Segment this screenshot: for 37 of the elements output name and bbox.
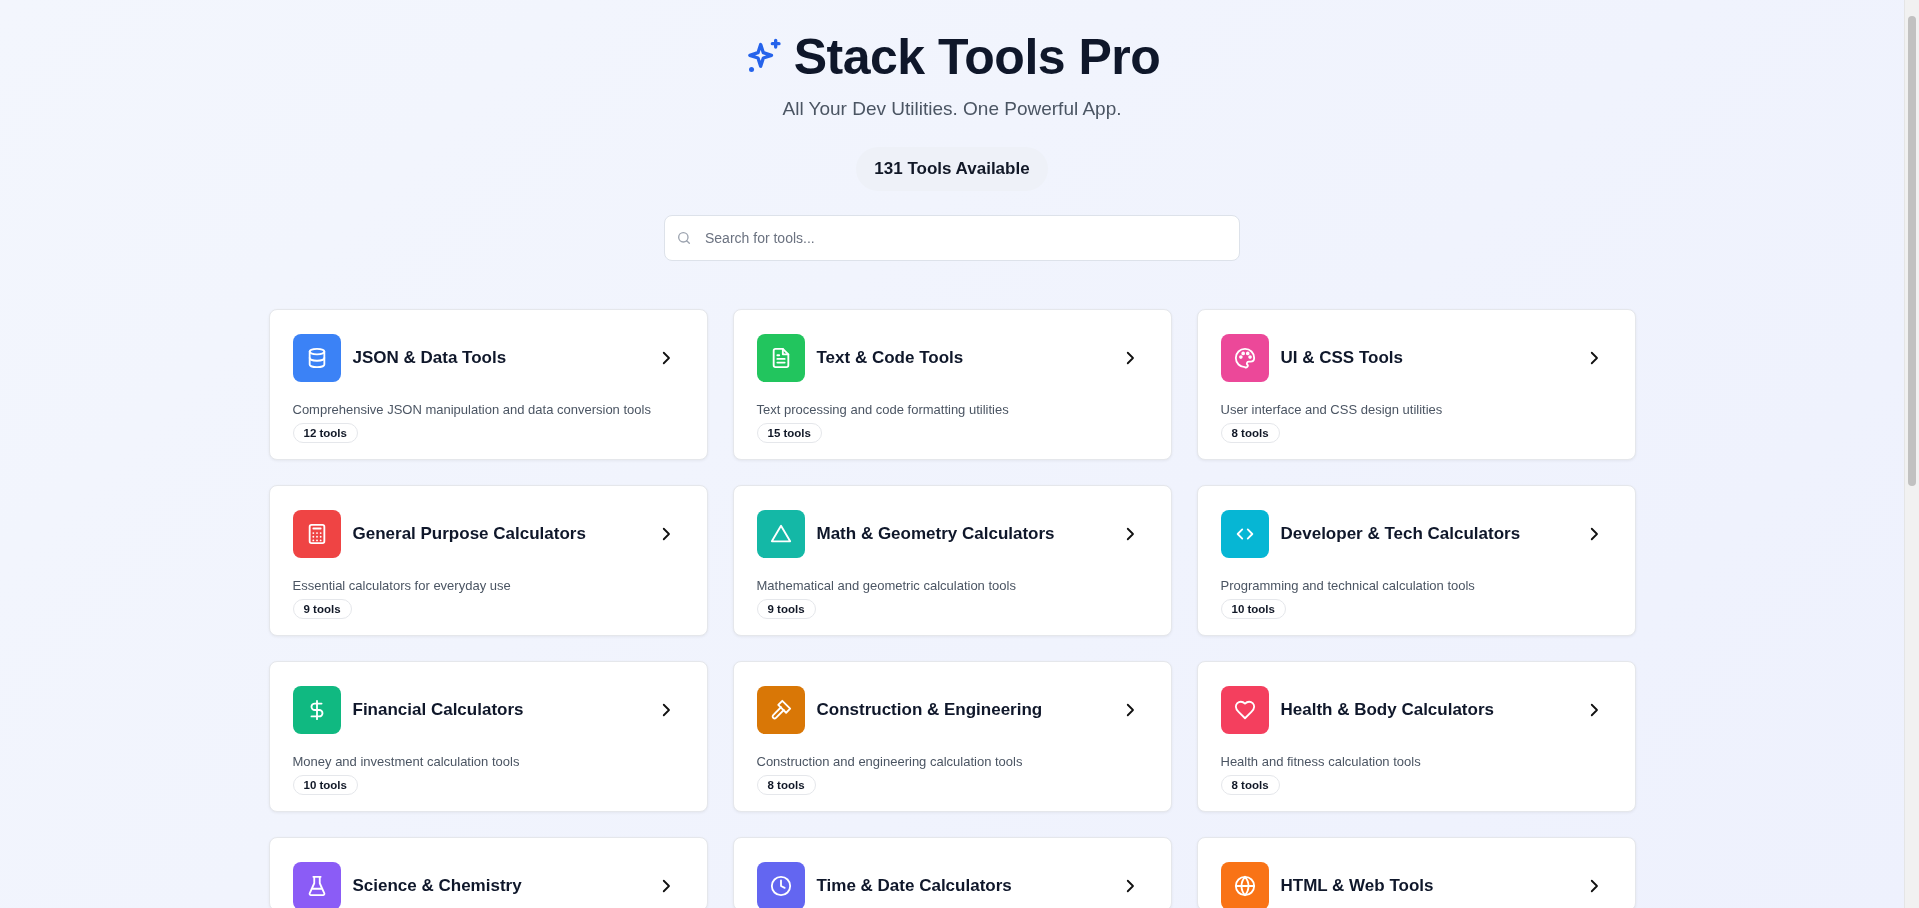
category-description: Comprehensive JSON manipulation and data conversion tools [292, 402, 652, 417]
category-title: Time & Date Calculators [816, 876, 1013, 896]
category-title: General Purpose Calculators [352, 524, 587, 544]
category-card[interactable]: Financial Calculators Money and investment calculation tools 10 tools [268, 661, 708, 812]
category-title: Construction & Engineering [816, 700, 1044, 720]
category-title: Financial Calculators [352, 700, 525, 720]
app-subtitle: All Your Dev Utilities. One Powerful App. [782, 98, 1122, 120]
category-card[interactable]: Text & Code Tools Text processing and code formatting utilities 15 tools [732, 309, 1172, 460]
category-title: Developer & Tech Calculators [1280, 524, 1522, 544]
category-card[interactable]: Construction & Engineering Construction and engineering calculation tools 8 tools [732, 661, 1172, 812]
category-title: JSON & Data Tools [352, 348, 508, 368]
tools-count-badge: 131 Tools Available [856, 147, 1048, 191]
category-description: User interface and CSS design utilities [1220, 402, 1444, 417]
category-title: HTML & Web Tools [1280, 876, 1435, 896]
category-title: Health & Body Calculators [1280, 700, 1495, 720]
category-card[interactable]: Math & Geometry Calculators Mathematical and geometric calculation tools 9 tools [732, 485, 1172, 636]
category-card[interactable]: HTML & Web Tools [1196, 837, 1636, 908]
category-description: Programming and technical calculation tools [1220, 578, 1476, 593]
category-description: Health and fitness calculation tools [1220, 754, 1422, 769]
category-title: Text & Code Tools [816, 348, 965, 368]
category-card[interactable]: UI & CSS Tools User interface and CSS design utilities 8 tools [1196, 309, 1636, 460]
category-card[interactable]: Science & Chemistry [268, 837, 708, 908]
category-description: Money and investment calculation tools [292, 754, 521, 769]
app-title: Stack Tools Pro [793, 28, 1161, 86]
category-card[interactable]: General Purpose Calculators Essential calculators for everyday use 9 tools [268, 485, 708, 636]
category-description: Essential calculators for everyday use [292, 578, 512, 593]
category-description: Text processing and code formatting utilities [756, 402, 1010, 417]
category-card[interactable]: Time & Date Calculators [732, 837, 1172, 908]
category-title: Math & Geometry Calculators [816, 524, 1056, 544]
category-title: UI & CSS Tools [1280, 348, 1404, 368]
category-description: Construction and engineering calculation tools [756, 754, 1024, 769]
category-card[interactable]: JSON & Data Tools Comprehensive JSON manipulation and data conversion tools 12 tools [268, 309, 708, 460]
category-description: Mathematical and geometric calculation tools [756, 578, 1017, 593]
category-card[interactable]: Developer & Tech Calculators Programming and technical calculation tools 10 tools [1196, 485, 1636, 636]
category-card[interactable]: Health & Body Calculators Health and fitness calculation tools 8 tools [1196, 661, 1636, 812]
category-title: Science & Chemistry [352, 876, 523, 896]
search-field[interactable]: Search for tools... [664, 215, 1240, 261]
